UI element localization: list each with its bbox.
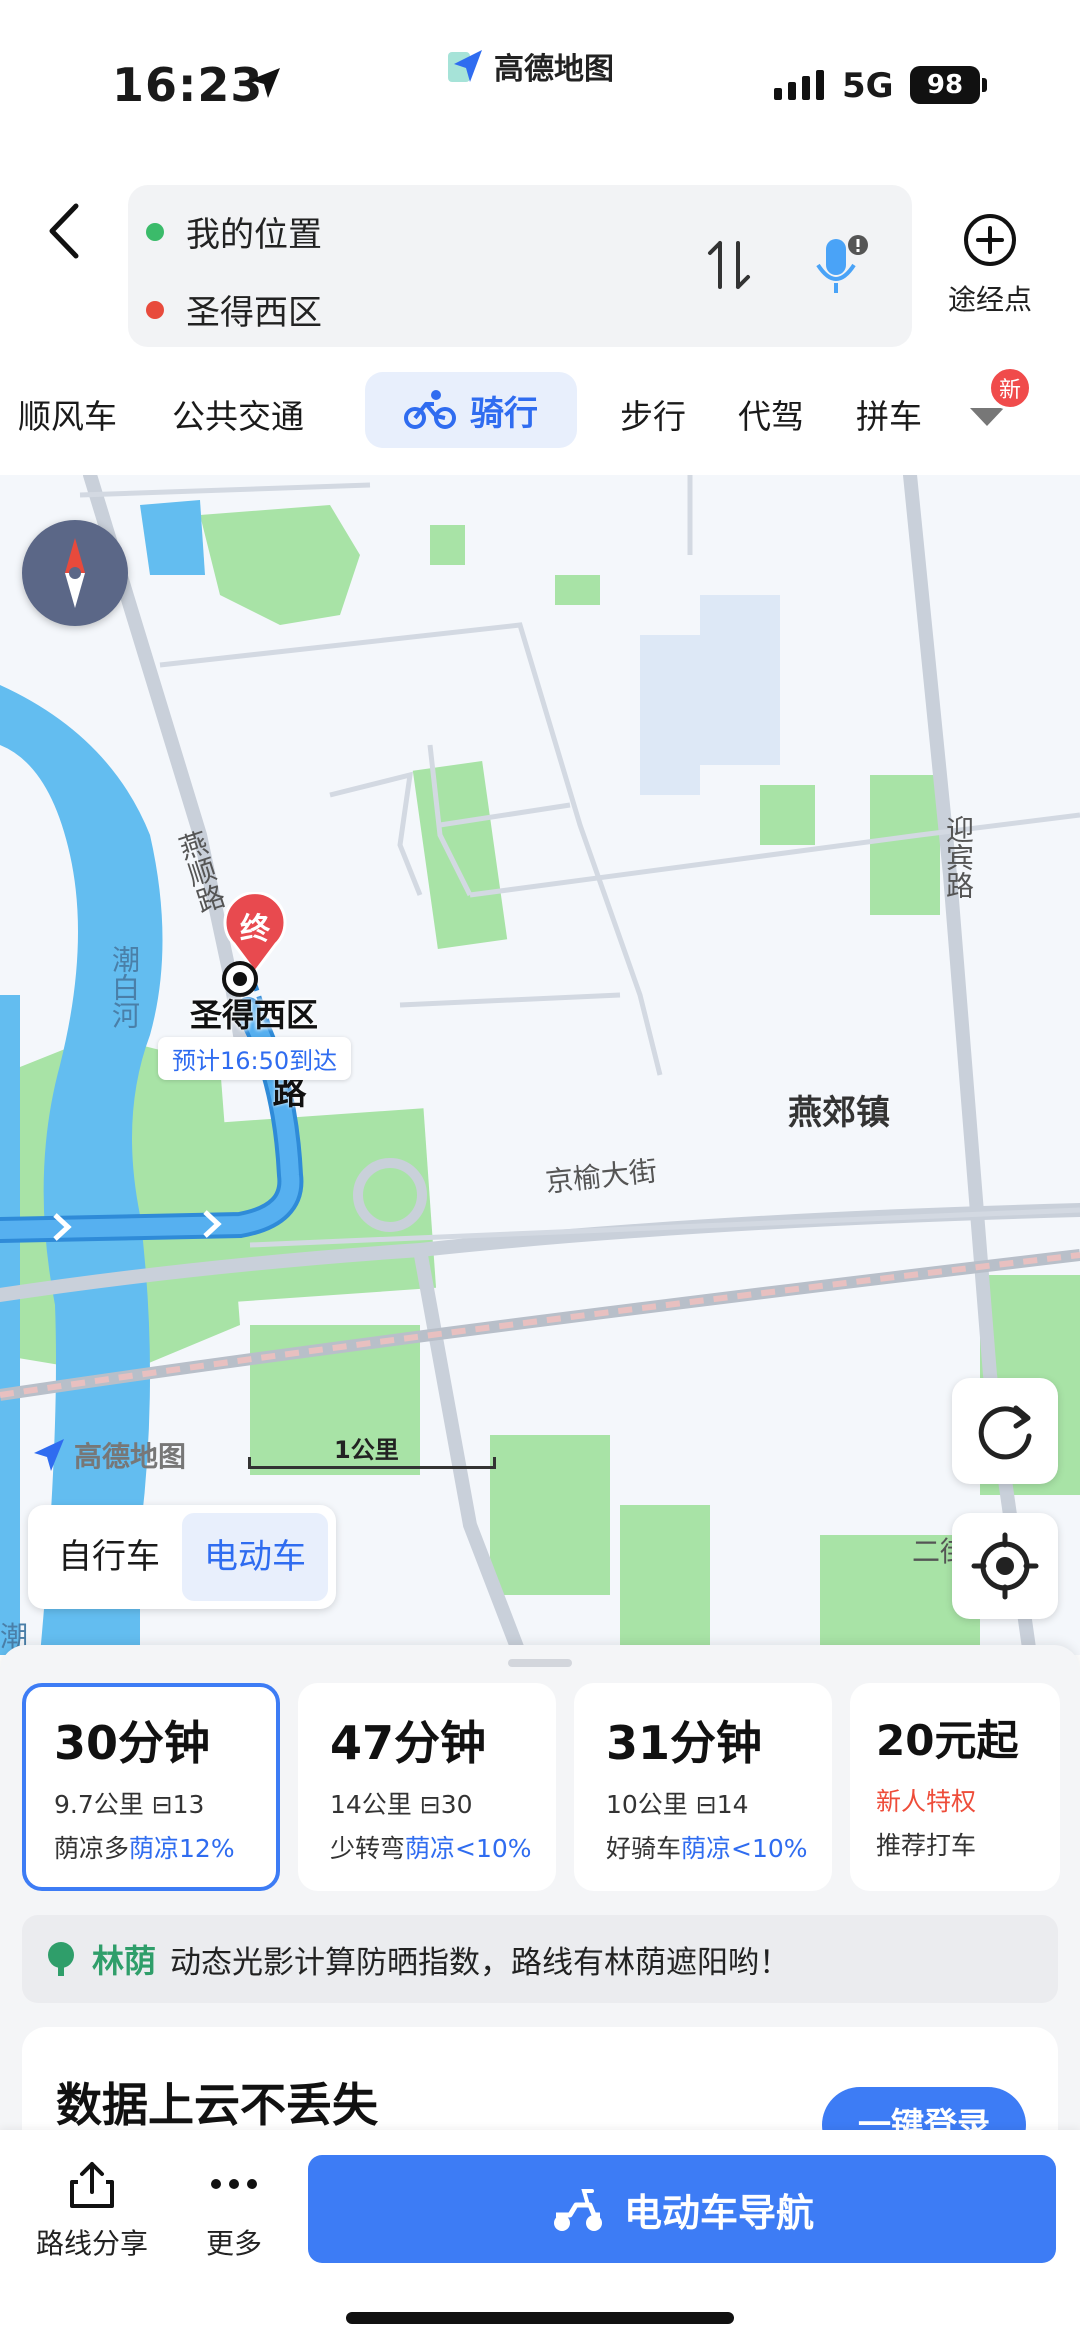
destination-pin-label: 终 xyxy=(240,912,270,947)
compass-icon xyxy=(65,538,85,608)
destination-field[interactable]: 圣得西区 xyxy=(186,285,322,334)
destination-row[interactable]: 圣得西区 xyxy=(146,285,322,334)
route-card-3[interactable]: 31分钟 10公里 ⊟14 好骑车荫凉<10% xyxy=(574,1683,832,1891)
destination-map-label: 圣得西区 xyxy=(190,996,319,1034)
app-brand: 高德地图 xyxy=(446,44,614,88)
option-bicycle[interactable]: 自行车 xyxy=(36,1513,182,1601)
route-shade: 荫凉<10% xyxy=(405,1834,532,1863)
amap-logo-icon xyxy=(34,1439,64,1471)
route-tag: 荫凉多荫凉12% xyxy=(54,1829,276,1865)
scale-bar xyxy=(248,1457,496,1469)
cloud-title: 数据上云不丢失 xyxy=(56,2078,378,2132)
map-view[interactable]: 燕顺路 迎宾路 潮白河 京榆大街 顺路 燕郊镇 二街 潮 终 圣得西区 预计16… xyxy=(0,475,1080,1655)
origin-row[interactable]: 我的位置 xyxy=(146,207,322,256)
shade-desc: 动态光影计算防晒指数，路线有林荫遮阳哟！ xyxy=(170,1944,791,1981)
taxi-card[interactable]: 20元起 新人特权 推荐打车 xyxy=(850,1683,1060,1891)
tree-icon xyxy=(48,1942,74,1976)
origin-dot xyxy=(146,222,164,241)
route-time: 47分钟 xyxy=(330,1716,487,1770)
locate-me-button[interactable] xyxy=(952,1513,1058,1619)
refresh-icon xyxy=(978,1405,1032,1460)
bottom-action-bar: 路线分享 更多 电动车导航 xyxy=(0,2130,1080,2348)
route-card-2[interactable]: 47分钟 14公里 ⊟30 少转弯荫凉<10% xyxy=(298,1683,556,1891)
more-label: 更多 xyxy=(205,2227,262,2260)
destination-dot xyxy=(146,300,164,319)
map-watermark: 高德地图 xyxy=(28,1435,186,1475)
share-label: 路线分享 xyxy=(35,2227,148,2260)
network-type: 5G xyxy=(842,66,894,106)
taxi-recommend: 推荐打车 xyxy=(876,1831,977,1860)
add-waypoint-button[interactable]: 途经点 xyxy=(940,212,1040,322)
scooter-icon xyxy=(553,2189,602,2231)
more-button[interactable]: 更多 xyxy=(194,2158,274,2262)
waypoint-label: 途经点 xyxy=(947,283,1032,316)
route-shade: 荫凉<10% xyxy=(681,1834,808,1863)
tab-cycling-label: 骑行 xyxy=(470,393,538,434)
vehicle-type-toggle: 自行车 电动车 xyxy=(28,1505,336,1609)
route-time: 31分钟 xyxy=(606,1716,763,1770)
battery-tip xyxy=(982,78,987,92)
battery-indicator: 98 xyxy=(910,66,980,104)
route-card-1[interactable]: 30分钟 9.7公里 ⊟13 荫凉多荫凉12% xyxy=(22,1683,280,1891)
route-tag: 少转弯荫凉<10% xyxy=(330,1829,556,1865)
shade-info-banner[interactable]: 林荫 动态光影计算防晒指数，路线有林荫遮阳哟！ xyxy=(22,1915,1058,2003)
app-brand-name: 高德地图 xyxy=(494,52,614,87)
start-navigation-button[interactable]: 电动车导航 xyxy=(308,2155,1056,2263)
origin-field[interactable]: 我的位置 xyxy=(186,207,322,256)
share-icon xyxy=(70,2162,114,2208)
home-indicator xyxy=(346,2312,734,2324)
taxi-promo: 新人特权 xyxy=(876,1787,977,1816)
compass-button[interactable] xyxy=(22,520,128,626)
crosshair-icon xyxy=(971,1532,1039,1600)
route-meta: 9.7公里 ⊟13 xyxy=(54,1790,205,1819)
more-dots-icon xyxy=(211,2179,257,2189)
river-label-chaobai: 潮白河 xyxy=(108,945,141,1029)
shade-title: 林荫 xyxy=(92,1942,157,1980)
voice-mic-icon[interactable] xyxy=(808,231,872,303)
route-tag-text: 少转弯 xyxy=(330,1834,406,1863)
route-tag-text: 荫凉多 xyxy=(54,1834,130,1863)
bicycle-icon xyxy=(404,390,456,429)
town-label: 燕郊镇 xyxy=(788,1093,890,1133)
route-meta: 14公里 ⊟30 xyxy=(330,1790,473,1819)
taxi-price: 20元起 xyxy=(876,1716,1019,1765)
start-navigation-label: 电动车导航 xyxy=(623,2190,814,2235)
tab-public-transit[interactable]: 公共交通 xyxy=(172,390,304,438)
tab-chauffeur[interactable]: 代驾 xyxy=(738,390,804,438)
status-time: 16:23 xyxy=(112,58,264,112)
tab-cycling[interactable]: 骑行 xyxy=(365,372,577,448)
route-tag-text: 好骑车 xyxy=(606,1834,682,1863)
route-meta: 10公里 ⊟14 xyxy=(606,1790,749,1819)
swap-icon[interactable] xyxy=(704,237,754,293)
amap-logo-icon xyxy=(448,50,482,82)
route-time: 30分钟 xyxy=(54,1716,211,1770)
new-badge: 新 xyxy=(988,366,1032,410)
route-tag: 好骑车荫凉<10% xyxy=(606,1829,832,1865)
route-input-box: 我的位置 圣得西区 xyxy=(128,185,912,347)
status-bar: 16:23 高德地图 5G 98 xyxy=(0,0,1080,170)
location-arrow-icon xyxy=(250,68,280,98)
panel-drag-handle[interactable] xyxy=(508,1659,572,1667)
road-label-yingbin: 迎宾路 xyxy=(942,815,975,899)
map-watermark-text: 高德地图 xyxy=(74,1440,187,1473)
tab-carpool[interactable]: 拼车 xyxy=(856,390,922,438)
option-ebike[interactable]: 电动车 xyxy=(182,1513,328,1601)
tab-walk[interactable]: 步行 xyxy=(620,390,686,438)
route-shade: 荫凉12% xyxy=(129,1834,235,1863)
add-circle-icon xyxy=(964,214,1016,266)
eta-tag: 预计16:50到达 xyxy=(158,1037,352,1080)
route-options-panel: 30分钟 9.7公里 ⊟13 荫凉多荫凉12% 47分钟 14公里 ⊟30 少转… xyxy=(0,1645,1080,2227)
tab-rideshare[interactable]: 顺风车 xyxy=(18,390,117,438)
transport-mode-tabs: 顺风车 公共交通 骑行 步行 代驾 拼车 新 xyxy=(0,360,1080,460)
share-route-button[interactable]: 路线分享 xyxy=(30,2158,154,2262)
refresh-button[interactable] xyxy=(952,1378,1058,1484)
back-button[interactable] xyxy=(38,196,90,266)
signal-icon xyxy=(774,70,824,100)
